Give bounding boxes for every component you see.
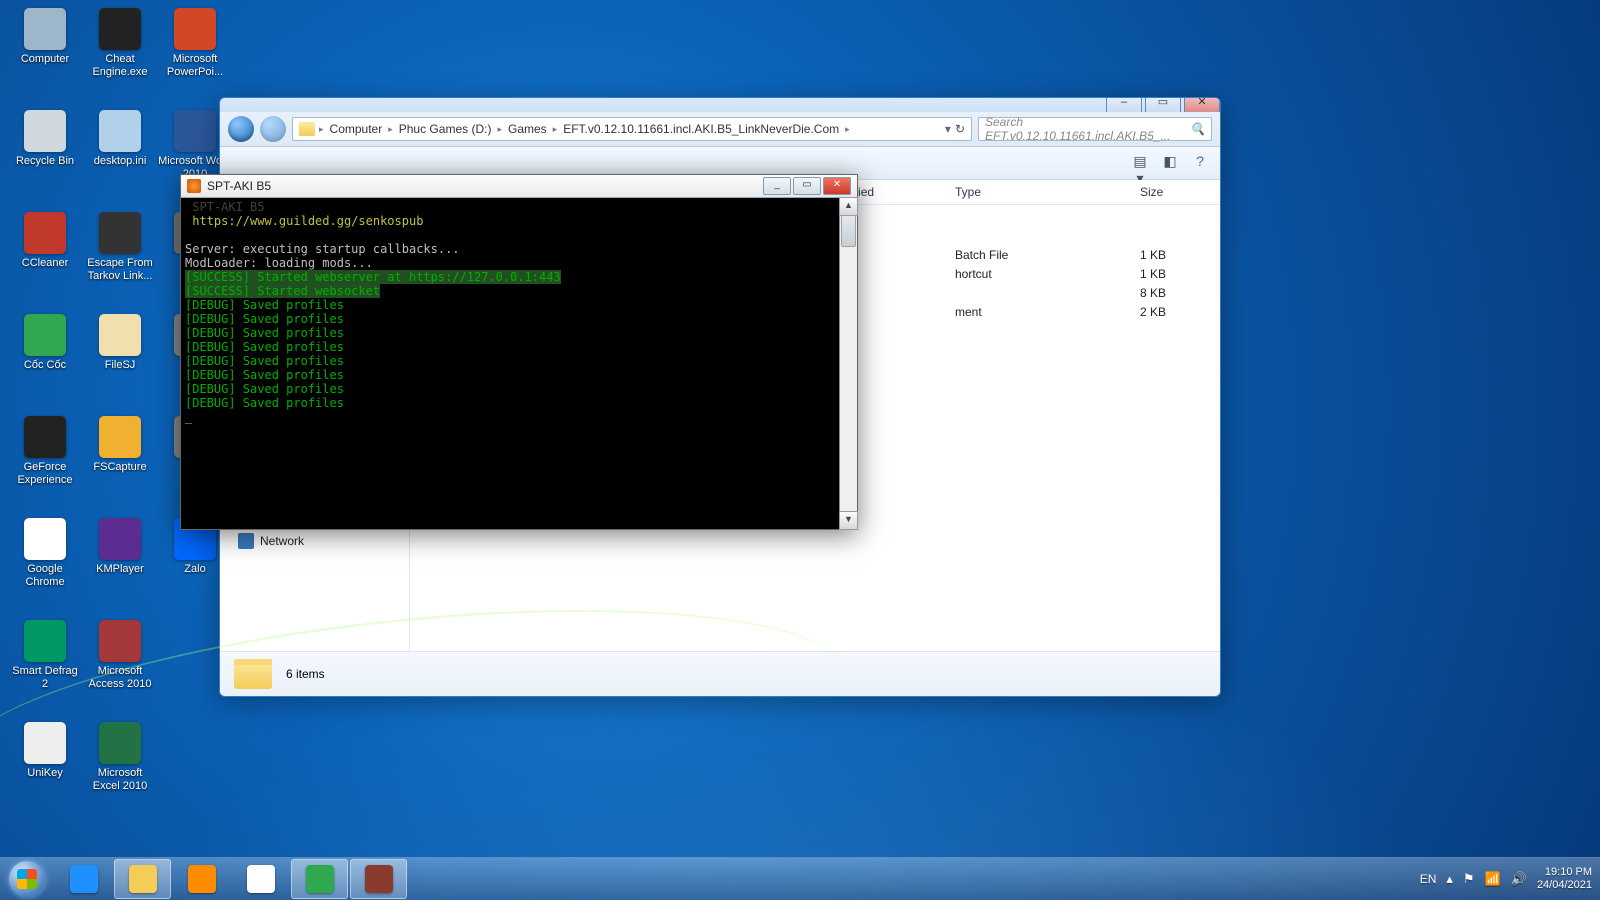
breadcrumb-bar[interactable]: ▸ Computer▸ Phuc Games (D:)▸ Games▸ EFT.… <box>292 117 972 141</box>
minimize-button[interactable]: _ <box>763 177 791 195</box>
view-mode-button[interactable]: ▤ ▾ <box>1130 153 1150 173</box>
tool-icon <box>365 865 393 893</box>
action-center-icon[interactable]: ⚑ <box>1463 871 1475 887</box>
desktop-icon[interactable]: Escape From Tarkov Link... <box>83 212 157 283</box>
clock[interactable]: 19:10 PM 24/04/2021 <box>1537 866 1592 892</box>
scrollbar[interactable]: ▲ ▼ <box>839 198 857 529</box>
explorer-icon <box>129 865 157 893</box>
chrome-icon <box>247 865 275 893</box>
desktop-icon[interactable]: FSCapture <box>83 416 157 474</box>
preview-pane-button[interactable]: ◧ <box>1160 153 1180 173</box>
desktop-icon[interactable]: Cốc Cốc <box>8 314 82 372</box>
system-tray[interactable]: EN ▴ ⚑ 📶 🔊 19:10 PM 24/04/2021 <box>1420 866 1600 892</box>
desktop-icon[interactable]: Cheat Engine.exe <box>83 8 157 79</box>
search-icon[interactable]: 🔍 <box>1190 122 1205 136</box>
desktop[interactable]: ComputerCheat Engine.exeMicrosoft PowerP… <box>0 0 1600 900</box>
help-button[interactable]: ? <box>1190 153 1210 173</box>
explorer-titlebar[interactable]: – ▭ ✕ <box>220 98 1220 112</box>
ie-icon <box>70 865 98 893</box>
address-dropdown-icon[interactable]: ▾ <box>945 122 951 136</box>
maximize-button[interactable]: ▭ <box>793 177 821 195</box>
search-input[interactable]: Search EFT.v0.12.10.11661.incl.AKI.B5_..… <box>978 117 1212 141</box>
folder-icon <box>234 659 272 689</box>
drive-icon <box>238 533 254 549</box>
start-button[interactable] <box>0 859 54 899</box>
console-window[interactable]: SPT-AKI B5 _ ▭ ✕ SPT-AKI B5 https://www.… <box>180 174 858 530</box>
desktop-icon[interactable]: Computer <box>8 8 82 66</box>
language-indicator[interactable]: EN <box>1420 872 1437 886</box>
desktop-icon[interactable]: FileSJ <box>83 314 157 372</box>
console-body[interactable]: SPT-AKI B5 https://www.guilded.gg/senkos… <box>181 198 857 529</box>
desktop-icon[interactable]: Recycle Bin <box>8 110 82 168</box>
coccoc-icon <box>306 865 334 893</box>
nav-back-button[interactable] <box>228 116 254 142</box>
desktop-icon[interactable]: CCleaner <box>8 212 82 270</box>
close-button[interactable]: ✕ <box>823 177 851 195</box>
desktop-icon[interactable]: UniKey <box>8 722 82 780</box>
desktop-icon[interactable]: Smart Defrag 2 <box>8 620 82 691</box>
date-text: 24/04/2021 <box>1537 879 1592 892</box>
col-size[interactable]: Size <box>1130 185 1220 199</box>
breadcrumb-item[interactable]: Phuc Games (D:) <box>397 121 494 137</box>
scroll-down-icon[interactable]: ▼ <box>839 511 858 530</box>
nav-forward-button[interactable] <box>260 116 286 142</box>
desktop-icon[interactable]: Google Chrome <box>8 518 82 589</box>
desktop-icon[interactable]: Microsoft Access 2010 <box>83 620 157 691</box>
scroll-up-icon[interactable]: ▲ <box>839 197 858 216</box>
time-text: 19:10 PM <box>1537 866 1592 879</box>
desktop-icon[interactable]: Microsoft PowerPoi... <box>158 8 232 79</box>
desktop-icon[interactable]: GeForce Experience <box>8 416 82 487</box>
network-icon[interactable]: 📶 <box>1485 871 1501 887</box>
taskbar-item-ie[interactable] <box>55 859 112 899</box>
breadcrumb-item[interactable]: Computer <box>328 121 385 137</box>
folder-icon <box>299 122 315 136</box>
console-titlebar[interactable]: SPT-AKI B5 _ ▭ ✕ <box>181 175 857 198</box>
console-output: SPT-AKI B5 https://www.guilded.gg/senkos… <box>185 200 839 424</box>
desktop-icon[interactable]: desktop.ini <box>83 110 157 168</box>
nav-item[interactable]: Network <box>220 530 409 552</box>
desktop-icon[interactable]: KMPlayer <box>83 518 157 576</box>
breadcrumb-item[interactable]: Games <box>506 121 549 137</box>
explorer-status-bar: 6 items <box>220 651 1220 696</box>
volume-icon[interactable]: 🔊 <box>1511 871 1527 887</box>
taskbar[interactable]: EN ▴ ⚑ 📶 🔊 19:10 PM 24/04/2021 <box>0 857 1600 900</box>
taskbar-item-tool[interactable] <box>350 859 407 899</box>
wmplayer-icon <box>188 865 216 893</box>
taskbar-item-wmplayer[interactable] <box>173 859 230 899</box>
tray-chevron-up-icon[interactable]: ▴ <box>1446 871 1453 887</box>
console-title: SPT-AKI B5 <box>207 179 271 193</box>
app-icon <box>187 179 201 193</box>
refresh-icon[interactable]: ↻ <box>955 122 965 136</box>
taskbar-item-chrome[interactable] <box>232 859 289 899</box>
breadcrumb-item[interactable]: EFT.v0.12.10.11661.incl.AKI.B5_LinkNever… <box>561 121 841 137</box>
search-placeholder: Search EFT.v0.12.10.11661.incl.AKI.B5_..… <box>985 115 1190 143</box>
status-text: 6 items <box>286 667 325 681</box>
explorer-address-bar: ▸ Computer▸ Phuc Games (D:)▸ Games▸ EFT.… <box>220 112 1220 147</box>
col-type[interactable]: Type <box>945 185 1130 199</box>
taskbar-item-explorer[interactable] <box>114 859 171 899</box>
taskbar-item-coccoc[interactable] <box>291 859 348 899</box>
desktop-icon[interactable]: Microsoft Excel 2010 <box>83 722 157 793</box>
scroll-thumb[interactable] <box>841 215 856 247</box>
